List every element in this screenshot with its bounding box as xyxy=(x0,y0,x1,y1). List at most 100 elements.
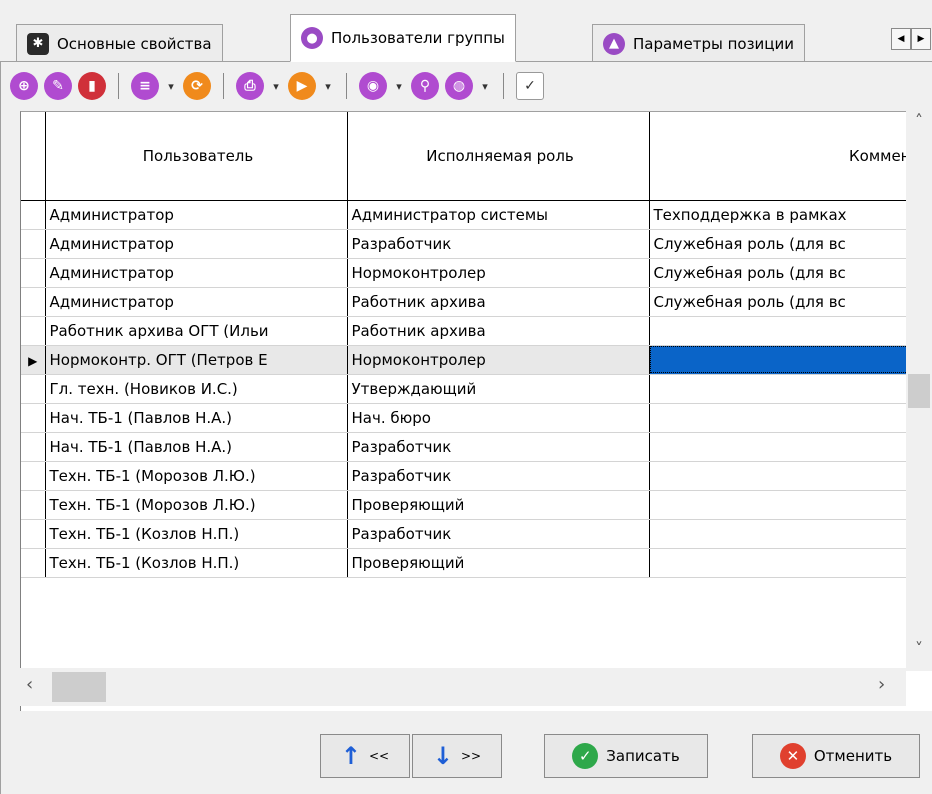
cell-user[interactable]: Администратор xyxy=(45,258,348,288)
move-up-button[interactable]: ↑ << xyxy=(320,734,410,778)
row-indicator[interactable] xyxy=(21,374,46,404)
find-icon[interactable]: ⚲ xyxy=(411,72,439,100)
column-header-comment[interactable]: Коммен xyxy=(649,112,912,201)
list-dropdown-icon[interactable]: ▾ xyxy=(165,80,177,93)
cell-role[interactable]: Нормоконтролер xyxy=(347,345,650,375)
cell-user[interactable]: Техн. ТБ-1 (Морозов Л.Ю.) xyxy=(45,461,348,491)
refresh-icon[interactable]: ⟳ xyxy=(183,72,211,100)
cell-user[interactable]: Техн. ТБ-1 (Морозов Л.Ю.) xyxy=(45,490,348,520)
users-grid[interactable]: Пользователь Исполняемая роль Коммен Адм… xyxy=(20,111,932,711)
run-icon[interactable]: ▶ xyxy=(288,72,316,100)
table-row[interactable]: Нач. ТБ-1 (Павлов Н.А.) Разработчик xyxy=(21,432,912,462)
table-row[interactable]: Гл. техн. (Новиков И.С.) Утверждающий xyxy=(21,374,912,404)
cell-role[interactable]: Работник архива xyxy=(347,316,650,346)
cell-comment[interactable] xyxy=(649,345,912,375)
table-row[interactable]: Техн. ТБ-1 (Морозов Л.Ю.) Разработчик xyxy=(21,461,912,491)
horizontal-scroll-thumb[interactable] xyxy=(52,672,106,702)
table-row[interactable]: Нач. ТБ-1 (Павлов Н.А.) Нач. бюро xyxy=(21,403,912,433)
view-dropdown-icon[interactable]: ▾ xyxy=(393,80,405,93)
table-row[interactable]: Администратор Администратор системы Техпод… xyxy=(21,200,912,230)
cell-user[interactable]: Нормоконтр. ОГТ (Петров Е xyxy=(45,345,348,375)
cell-comment[interactable] xyxy=(649,519,912,549)
cell-comment[interactable] xyxy=(649,432,912,462)
cell-comment[interactable] xyxy=(649,490,912,520)
cell-comment[interactable] xyxy=(649,548,912,578)
table-row[interactable]: ▶ Нормоконтр. ОГТ (Петров Е Нормоконтролер xyxy=(21,345,912,375)
cell-role[interactable]: Проверяющий xyxy=(347,548,650,578)
vertical-scroll-thumb[interactable] xyxy=(908,374,930,408)
scroll-up-icon[interactable]: ˄ xyxy=(906,111,932,130)
table-row[interactable]: Администратор Разработчик Служебная роль (… xyxy=(21,229,912,259)
cell-role[interactable]: Разработчик xyxy=(347,519,650,549)
scroll-down-icon[interactable]: ˅ xyxy=(906,639,932,658)
scroll-right-icon[interactable]: › xyxy=(878,674,885,695)
list-icon[interactable]: ≡ xyxy=(131,72,159,100)
tab-group-users[interactable]: ● Пользователи группы xyxy=(290,14,516,62)
cell-user[interactable]: Администратор xyxy=(45,287,348,317)
cell-role[interactable]: Работник архива xyxy=(347,287,650,317)
cell-user[interactable]: Техн. ТБ-1 (Козлов Н.П.) xyxy=(45,519,348,549)
tab-scroll-right-button[interactable]: ▶ xyxy=(911,28,931,50)
horizontal-scrollbar[interactable]: ‹ › xyxy=(20,668,906,706)
cell-role[interactable]: Разработчик xyxy=(347,229,650,259)
cell-comment[interactable] xyxy=(649,316,912,346)
cell-role[interactable]: Проверяющий xyxy=(347,490,650,520)
cell-role[interactable]: Утверждающий xyxy=(347,374,650,404)
row-indicator[interactable] xyxy=(21,519,46,549)
table-row[interactable]: Техн. ТБ-1 (Морозов Л.Ю.) Проверяющий xyxy=(21,490,912,520)
move-down-button[interactable]: ↓ >> xyxy=(412,734,502,778)
cell-user[interactable]: Работник архива ОГТ (Ильи xyxy=(45,316,348,346)
row-indicator[interactable]: ▶ xyxy=(21,345,46,375)
run-dropdown-icon[interactable]: ▾ xyxy=(322,80,334,93)
table-row[interactable]: Администратор Нормоконтролер Служебная рол… xyxy=(21,258,912,288)
table-row[interactable]: Техн. ТБ-1 (Козлов Н.П.) Проверяющий xyxy=(21,548,912,578)
row-indicator[interactable] xyxy=(21,432,46,462)
cancel-button[interactable]: ✕ Отменить xyxy=(752,734,920,778)
vertical-scrollbar[interactable]: ˄ ˅ xyxy=(906,111,932,671)
row-indicator[interactable] xyxy=(21,490,46,520)
row-indicator[interactable] xyxy=(21,403,46,433)
cell-role[interactable]: Разработчик xyxy=(347,432,650,462)
edit-icon[interactable]: ✎ xyxy=(44,72,72,100)
cell-user[interactable]: Нач. ТБ-1 (Павлов Н.А.) xyxy=(45,403,348,433)
cell-comment[interactable] xyxy=(649,461,912,491)
column-header-user[interactable]: Пользователь xyxy=(45,112,348,201)
cell-comment[interactable]: Служебная роль (для вс xyxy=(649,258,912,288)
cell-role[interactable]: Администратор системы xyxy=(347,200,650,230)
print-icon[interactable]: ⎙ xyxy=(236,72,264,100)
row-indicator[interactable] xyxy=(21,258,46,288)
row-indicator[interactable] xyxy=(21,287,46,317)
row-indicator[interactable] xyxy=(21,461,46,491)
cell-user[interactable]: Нач. ТБ-1 (Павлов Н.А.) xyxy=(45,432,348,462)
add-icon[interactable]: ⊕ xyxy=(10,72,38,100)
globe-dropdown-icon[interactable]: ▾ xyxy=(479,80,491,93)
cell-user[interactable]: Гл. техн. (Новиков И.С.) xyxy=(45,374,348,404)
cell-user[interactable]: Администратор xyxy=(45,200,348,230)
cell-role[interactable]: Нормоконтролер xyxy=(347,258,650,288)
cell-comment[interactable]: Служебная роль (для вс xyxy=(649,229,912,259)
row-indicator[interactable] xyxy=(21,200,46,230)
cell-comment[interactable] xyxy=(649,403,912,433)
globe-icon[interactable]: ◍ xyxy=(445,72,473,100)
save-button[interactable]: ✓ Записать xyxy=(544,734,708,778)
select-columns-icon[interactable]: ✓ xyxy=(516,72,544,100)
tab-main-properties[interactable]: ✱ Основные свойства xyxy=(16,24,223,62)
table-row[interactable]: Работник архива ОГТ (Ильи Работник архива xyxy=(21,316,912,346)
cell-comment[interactable] xyxy=(649,374,912,404)
scroll-left-icon[interactable]: ‹ xyxy=(26,674,33,695)
cell-role[interactable]: Разработчик xyxy=(347,461,650,491)
cell-user[interactable]: Администратор xyxy=(45,229,348,259)
row-indicator[interactable] xyxy=(21,316,46,346)
cell-comment[interactable]: Техподдержка в рамках xyxy=(649,200,912,230)
cell-comment[interactable]: Служебная роль (для вс xyxy=(649,287,912,317)
view-icon[interactable]: ◉ xyxy=(359,72,387,100)
table-row[interactable]: Техн. ТБ-1 (Козлов Н.П.) Разработчик xyxy=(21,519,912,549)
tab-position-params[interactable]: ▲ Параметры позиции xyxy=(592,24,806,62)
column-header-role[interactable]: Исполняемая роль xyxy=(347,112,650,201)
delete-icon[interactable]: ▮ xyxy=(78,72,106,100)
cell-role[interactable]: Нач. бюро xyxy=(347,403,650,433)
cell-user[interactable]: Техн. ТБ-1 (Козлов Н.П.) xyxy=(45,548,348,578)
row-indicator[interactable] xyxy=(21,548,46,578)
print-dropdown-icon[interactable]: ▾ xyxy=(270,80,282,93)
tab-scroll-left-button[interactable]: ◀ xyxy=(891,28,911,50)
